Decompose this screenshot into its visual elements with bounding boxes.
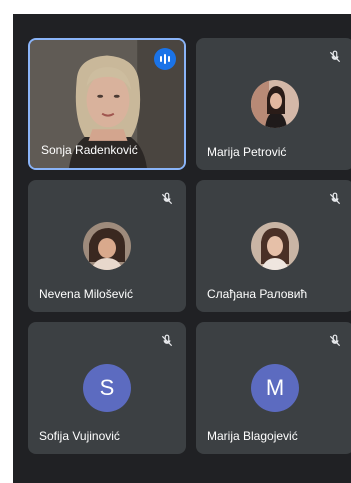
participant-name: Nevena Milošević	[39, 287, 134, 301]
participant-tile-sofija-vujinovic[interactable]: S Sofija Vujinović	[28, 322, 186, 454]
participant-tile-sladjana-ralovic[interactable]: Слађана Раловић	[196, 180, 351, 312]
meeting-grid: Sonja Radenković Marija Petrović Nevena …	[13, 14, 351, 483]
mic-off-icon	[156, 188, 178, 210]
participant-name: Sonja Radenković	[41, 143, 138, 157]
mic-off-icon	[324, 188, 346, 210]
participant-name: Слађана Раловић	[207, 287, 308, 301]
participant-name: Sofija Vujinović	[39, 429, 120, 443]
mic-off-icon	[324, 46, 346, 68]
participant-avatar-photo	[83, 222, 131, 270]
participant-tile-marija-petrovic[interactable]: Marija Petrović	[196, 38, 351, 170]
mic-off-icon	[324, 330, 346, 352]
participant-avatar-initial: M	[251, 364, 299, 412]
participant-avatar-initial: S	[83, 364, 131, 412]
participant-name: Marija Blagojević	[207, 429, 298, 443]
participant-tile-nevena-milosevic[interactable]: Nevena Milošević	[28, 180, 186, 312]
avatar-initial: S	[99, 375, 115, 400]
participant-avatar-photo	[251, 80, 299, 128]
participant-tile-marija-blagojevic[interactable]: M Marija Blagojević	[196, 322, 351, 454]
mic-off-icon	[156, 330, 178, 352]
participant-avatar-photo	[251, 222, 299, 270]
participant-name: Marija Petrović	[207, 145, 287, 159]
audio-level-icon	[154, 48, 176, 70]
avatar-initial: M	[265, 375, 285, 400]
participant-tile-sonja-radenkovic[interactable]: Sonja Radenković	[28, 38, 186, 170]
